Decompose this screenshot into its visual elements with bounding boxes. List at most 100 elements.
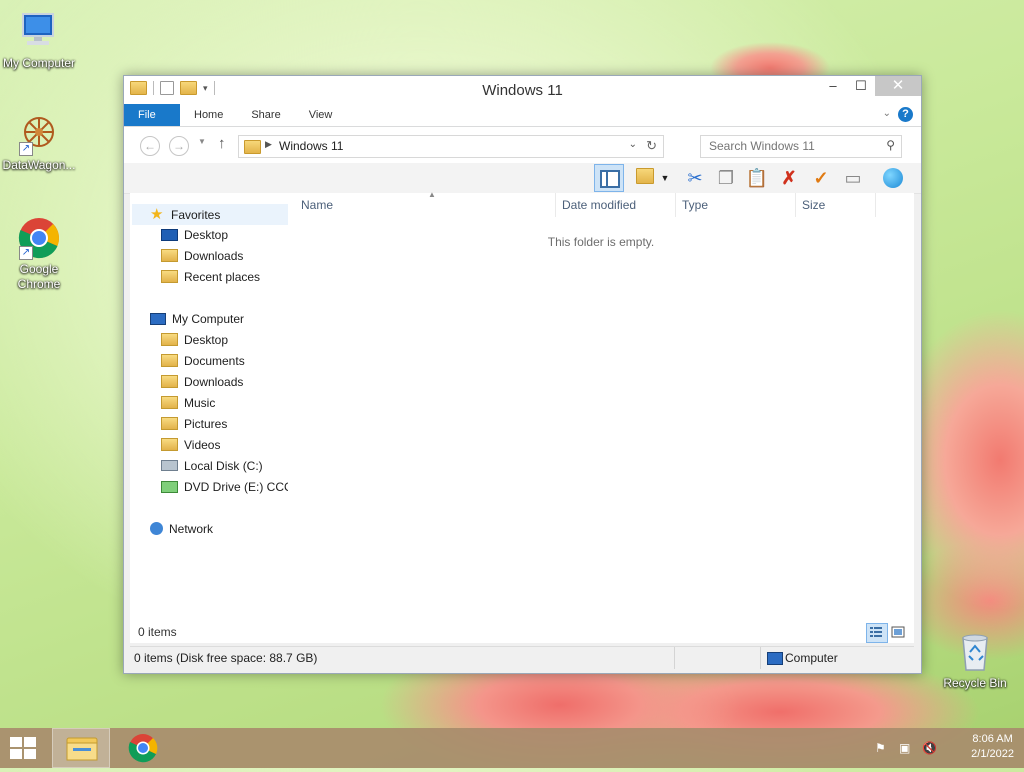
nav-label: Desktop <box>184 228 229 242</box>
desktop-icon-label: Recycle Bin <box>943 676 1007 690</box>
desktop-icon-recycle-bin[interactable]: Recycle Bin <box>935 630 1015 691</box>
nav-label: Videos <box>184 438 221 452</box>
rename-icon[interactable]: ✓ <box>808 166 834 190</box>
tab-share[interactable]: Share <box>237 104 294 126</box>
nav-label: My Computer <box>172 312 245 326</box>
datawagon-icon: ↗ <box>17 112 61 156</box>
action-center-flag-icon[interactable]: ⚑ <box>875 741 889 755</box>
folder-check-icon <box>636 168 654 184</box>
star-icon: ★ <box>150 206 164 223</box>
nav-label: Pictures <box>184 417 228 431</box>
desktop-icon-my-computer[interactable]: My Computer <box>0 10 79 71</box>
textbox-icon[interactable]: ▭ <box>840 166 866 190</box>
network-icon <box>150 522 163 536</box>
taskbar-file-explorer[interactable] <box>52 728 110 768</box>
computer-icon <box>150 312 166 325</box>
breadcrumb-arrow-icon[interactable]: ▶ <box>265 139 272 150</box>
network-tray-icon[interactable]: ▣ <box>899 741 913 755</box>
clock[interactable]: 8:06 AM 2/1/2022 <box>971 732 1014 762</box>
taskbar: ⚑ ▣ 🔇 8:06 AM 2/1/2022 <box>0 728 1024 768</box>
properties-button[interactable] <box>632 166 658 190</box>
nav-videos[interactable]: Videos <box>161 435 220 456</box>
chrome-icon: ↗ <box>17 216 61 260</box>
item-count: 0 items <box>138 625 177 639</box>
column-type[interactable]: Type <box>676 193 796 217</box>
up-button[interactable]: ↑ <box>218 135 226 152</box>
explorer-window: ▾ Windows 11 – ☐ ✕ File Home Share View … <box>123 75 922 674</box>
desktop-icon <box>161 228 178 241</box>
paste-icon[interactable]: 📋 <box>744 166 770 190</box>
desktop-icon-chrome[interactable]: ↗ Google Chrome <box>0 216 79 292</box>
nav-favorites-downloads[interactable]: Downloads <box>161 246 243 267</box>
search-input[interactable] <box>707 138 877 154</box>
nav-favorites[interactable]: ★ Favorites <box>132 204 288 225</box>
column-size[interactable]: Size <box>796 193 876 217</box>
desktop-folder-icon <box>161 333 178 347</box>
recent-places-icon <box>161 270 178 284</box>
file-explorer-icon <box>66 737 98 761</box>
nav-computer-desktop[interactable]: Desktop <box>161 330 228 351</box>
cut-icon[interactable]: ✂ <box>682 166 708 190</box>
start-button[interactable] <box>10 737 38 761</box>
address-row: ← → ▼ ↑ ▶ Windows 11 ⌄ ↻ ⚲ <box>124 127 921 163</box>
nav-my-computer[interactable]: My Computer <box>150 309 244 330</box>
chrome-icon <box>128 734 158 763</box>
desktop-icon-datawagon[interactable]: ↗ DataWagon... <box>0 112 79 173</box>
tab-file[interactable]: File <box>124 104 180 126</box>
recent-locations-icon[interactable]: ▼ <box>198 137 206 146</box>
maximize-button[interactable]: ☐ <box>847 76 875 96</box>
globe-icon[interactable] <box>880 166 906 190</box>
refresh-icon[interactable]: ↻ <box>646 138 657 154</box>
content-area: ★ Favorites Desktop Downloads Recent plac… <box>130 190 914 643</box>
details-view-button[interactable] <box>866 623 888 643</box>
forward-button[interactable]: → <box>169 136 189 156</box>
delete-icon[interactable]: ✗ <box>776 166 802 190</box>
nav-recent-places[interactable]: Recent places <box>161 267 260 288</box>
dropdown-icon[interactable]: ▼ <box>658 166 672 190</box>
back-button[interactable]: ← <box>140 136 160 156</box>
empty-folder-message: This folder is empty. <box>547 235 655 249</box>
search-icon[interactable]: ⚲ <box>886 138 895 152</box>
address-dropdown-icon[interactable]: ⌄ <box>629 139 637 150</box>
music-folder-icon <box>161 396 178 410</box>
help-icon[interactable]: ? <box>898 107 913 122</box>
nav-label: Documents <box>184 354 245 368</box>
large-icons-view-button[interactable] <box>888 623 910 643</box>
status-bar: 0 items (Disk free space: 88.7 GB) Compu… <box>130 646 914 669</box>
column-name[interactable]: Name <box>295 193 556 217</box>
status-left: 0 items (Disk free space: 88.7 GB) <box>134 651 318 665</box>
preview-pane-button[interactable] <box>594 164 624 192</box>
taskbar-chrome[interactable] <box>114 728 172 768</box>
tab-view[interactable]: View <box>295 104 347 126</box>
nav-label: Music <box>184 396 216 410</box>
nav-music[interactable]: Music <box>161 393 215 414</box>
nav-computer-downloads[interactable]: Downloads <box>161 372 243 393</box>
column-date-modified[interactable]: Date modified <box>556 193 676 217</box>
status-right: Computer <box>785 651 838 665</box>
hard-drive-icon <box>161 460 178 472</box>
dvd-drive-icon <box>161 480 178 493</box>
nav-label: Downloads <box>184 375 244 389</box>
close-button[interactable]: ✕ <box>875 76 921 96</box>
minimize-button[interactable]: – <box>819 76 847 96</box>
nav-favorites-desktop[interactable]: Desktop <box>161 225 228 246</box>
nav-network[interactable]: Network <box>150 519 213 540</box>
window-controls: – ☐ ✕ <box>819 76 921 96</box>
breadcrumb-path[interactable]: Windows 11 <box>279 139 343 153</box>
nav-local-disk[interactable]: Local Disk (C:) <box>161 456 263 477</box>
search-box[interactable]: ⚲ <box>700 135 902 158</box>
nav-label: Downloads <box>184 249 244 263</box>
item-count-bar: 0 items <box>130 623 914 643</box>
nav-pictures[interactable]: Pictures <box>161 414 227 435</box>
nav-documents[interactable]: Documents <box>161 351 245 372</box>
tab-home[interactable]: Home <box>180 104 237 126</box>
windows-logo-icon <box>10 737 22 747</box>
nav-dvd-drive[interactable]: DVD Drive (E:) CCCC <box>161 477 288 498</box>
address-bar[interactable]: ▶ Windows 11 ⌄ ↻ <box>238 135 664 158</box>
copy-icon[interactable]: ❐ <box>713 166 739 190</box>
details-view-icon <box>870 627 882 637</box>
expand-ribbon-icon[interactable]: ⌄ <box>883 108 891 119</box>
downloads-folder-icon <box>161 375 178 389</box>
volume-muted-icon[interactable]: 🔇 <box>922 741 937 755</box>
nav-label: Desktop <box>184 333 229 347</box>
